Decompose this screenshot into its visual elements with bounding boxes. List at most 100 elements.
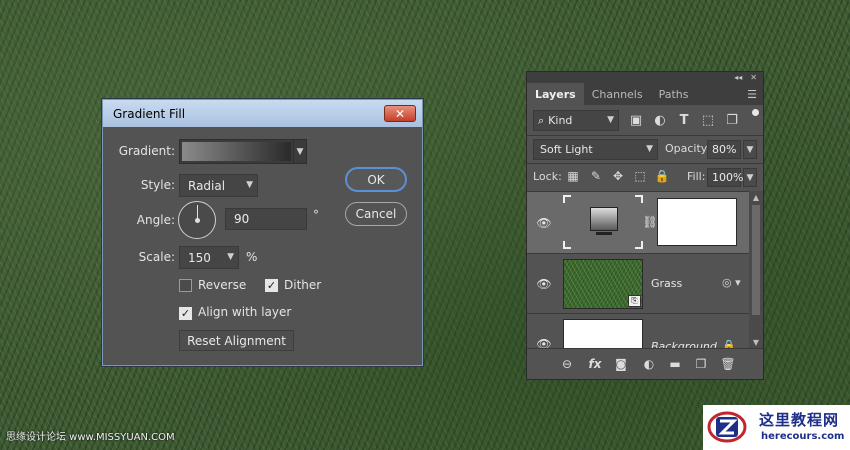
tab-layers[interactable]: Layers	[527, 83, 584, 105]
new-group-icon[interactable]: ▬	[667, 357, 683, 371]
chevron-down-icon: ▼	[607, 115, 614, 125]
lock-all-icon[interactable]: 🔒	[655, 169, 670, 183]
scroll-thumb[interactable]	[752, 205, 760, 315]
selection-corner	[635, 195, 643, 203]
new-layer-icon[interactable]: ❐	[693, 357, 709, 371]
reset-alignment-label: Reset Alignment	[187, 333, 286, 348]
lock-brush-icon[interactable]: ✎	[589, 169, 603, 183]
selection-corner	[563, 241, 571, 249]
smart-object-filter-icon[interactable]: ❐	[724, 112, 740, 128]
layer-effects-toggle-icon[interactable]: ◎ ▾	[722, 276, 744, 290]
fx-icon[interactable]: fx	[587, 357, 603, 371]
lock-icon: 🔒	[722, 339, 736, 348]
dialog-titlebar[interactable]: Gradient Fill ✕	[103, 100, 422, 127]
shape-filter-icon[interactable]: ⬚	[700, 112, 716, 128]
style-value: Radial	[188, 178, 226, 193]
chevron-down-icon[interactable]: ▼	[293, 140, 306, 163]
tab-layers-label: Layers	[535, 87, 576, 101]
style-label: Style:	[140, 178, 175, 192]
scale-label: Scale:	[138, 250, 175, 264]
link-chain-icon[interactable]: ⛓	[642, 214, 657, 230]
kind-label: Kind	[548, 114, 573, 127]
logo-url-text: herecours.com	[761, 431, 845, 442]
lock-row: Lock: ▦ ✎ ✥ ⬚ 🔒 Fill: 100% ▼	[527, 163, 763, 190]
visibility-eye-icon[interactable]: 👁	[536, 277, 551, 291]
logo-z-icon	[707, 411, 747, 443]
chevron-down-icon: ▼	[227, 252, 234, 262]
layers-panel: ◂◂ ✕ Layers Channels Paths ☰ ⌕ Kind ▼ ▣ …	[526, 71, 764, 380]
reverse-label: Reverse	[198, 278, 247, 292]
angle-label: Angle:	[136, 213, 175, 227]
dialog-body: Gradient: ▼ OK Cancel Style: Radial ▼ An…	[103, 127, 422, 367]
visibility-eye-icon[interactable]: 👁	[536, 216, 551, 230]
add-mask-icon[interactable]: ◙	[613, 357, 629, 371]
cancel-label: Cancel	[355, 207, 397, 221]
image-filter-icon[interactable]: ▣	[628, 112, 644, 128]
chevron-down-icon: ▼	[646, 144, 653, 154]
angle-value: 90	[234, 212, 250, 226]
tab-paths[interactable]: Paths	[651, 83, 697, 105]
close-button[interactable]: ✕	[384, 105, 416, 122]
cancel-button[interactable]: Cancel	[345, 202, 407, 226]
fill-value: 100%	[712, 171, 744, 184]
fill-input[interactable]: 100%	[707, 168, 744, 187]
panel-topbar: ◂◂ ✕	[527, 72, 763, 83]
adjustment-layer-icon[interactable]: ◐	[641, 357, 657, 371]
background-thumbnail[interactable]	[563, 319, 643, 348]
blend-row: Soft Light ▼ Opacity: 80% ▼	[527, 135, 763, 163]
tab-channels[interactable]: Channels	[584, 83, 651, 105]
scale-select[interactable]: 150 ▼	[179, 246, 239, 269]
layer-name[interactable]: Background	[651, 340, 717, 348]
angle-dial[interactable]	[178, 201, 216, 239]
reset-alignment-button[interactable]: Reset Alignment	[179, 330, 294, 351]
layer-row-grass[interactable]: 👁 ⎘ Grass ◎ ▾	[527, 254, 749, 314]
delete-layer-icon[interactable]: 🗑	[720, 357, 736, 371]
opacity-input[interactable]: 80%	[707, 140, 741, 159]
visibility-eye-icon[interactable]: 👁	[536, 337, 551, 348]
watermark-text: 思缘设计论坛 www.MISSYUAN.COM	[6, 432, 175, 443]
percent-unit: %	[246, 250, 258, 264]
gradient-fill-dialog: Gradient Fill ✕ Gradient: ▼ OK Cancel St…	[102, 99, 423, 366]
layer-mask-thumbnail[interactable]	[657, 198, 737, 246]
lock-artboard-icon[interactable]: ⬚	[633, 169, 647, 183]
lock-transparent-icon[interactable]: ▦	[566, 169, 580, 183]
collapse-icon[interactable]: ◂◂	[734, 73, 742, 82]
gradient-monitor-icon	[590, 207, 618, 231]
angle-input[interactable]: 90	[225, 208, 307, 230]
close-panel-icon[interactable]: ✕	[750, 73, 757, 82]
scroll-up-icon[interactable]: ▲	[749, 191, 763, 203]
gradient-picker[interactable]: ▼	[179, 139, 307, 164]
adjustment-filter-icon[interactable]: ◐	[652, 112, 668, 128]
layer-name[interactable]: Grass	[651, 277, 682, 290]
tab-paths-label: Paths	[658, 87, 689, 101]
lock-position-icon[interactable]: ✥	[611, 169, 625, 183]
ok-button[interactable]: OK	[345, 167, 407, 192]
site-logo: 这里教程网 herecours.com	[703, 405, 850, 450]
type-filter-icon[interactable]: T	[676, 112, 692, 128]
chevron-down-icon: ▼	[246, 180, 253, 190]
search-icon: ⌕	[538, 113, 545, 127]
gradient-fill-thumbnail[interactable]	[563, 195, 643, 249]
panel-tabs: Layers Channels Paths ☰	[527, 83, 763, 105]
dither-checkbox[interactable]: ✓	[265, 279, 278, 292]
filter-toggle-icon[interactable]	[752, 109, 759, 116]
blend-mode-select[interactable]: Soft Light ▼	[533, 139, 658, 160]
panel-menu-icon[interactable]: ☰	[747, 88, 757, 101]
link-layers-icon[interactable]: ⊖	[559, 357, 575, 371]
align-with-layer-checkbox[interactable]: ✓	[179, 307, 192, 320]
filter-row: ⌕ Kind ▼ ▣ ◐ T ⬚ ❐	[527, 105, 763, 135]
scroll-down-icon[interactable]: ▼	[749, 336, 763, 348]
reverse-checkbox[interactable]	[179, 279, 192, 292]
layer-row-gradient-fill[interactable]: 👁 ⛓	[527, 192, 749, 254]
kind-filter-select[interactable]: ⌕ Kind ▼	[533, 110, 619, 131]
dialog-title: Gradient Fill	[113, 106, 186, 121]
layer-row-background[interactable]: 👁 Background 🔒	[527, 314, 749, 348]
style-select[interactable]: Radial ▼	[179, 174, 258, 197]
fill-dropdown[interactable]: ▼	[743, 168, 757, 187]
blend-mode-value: Soft Light	[540, 143, 593, 156]
ok-label: OK	[367, 172, 385, 187]
layers-footer: ⊖ fx ◙ ◐ ▬ ❐ 🗑	[527, 348, 763, 379]
layers-scrollbar[interactable]: ▲ ▼	[749, 191, 763, 348]
opacity-dropdown[interactable]: ▼	[743, 140, 757, 159]
gradient-swatch[interactable]	[182, 142, 291, 161]
